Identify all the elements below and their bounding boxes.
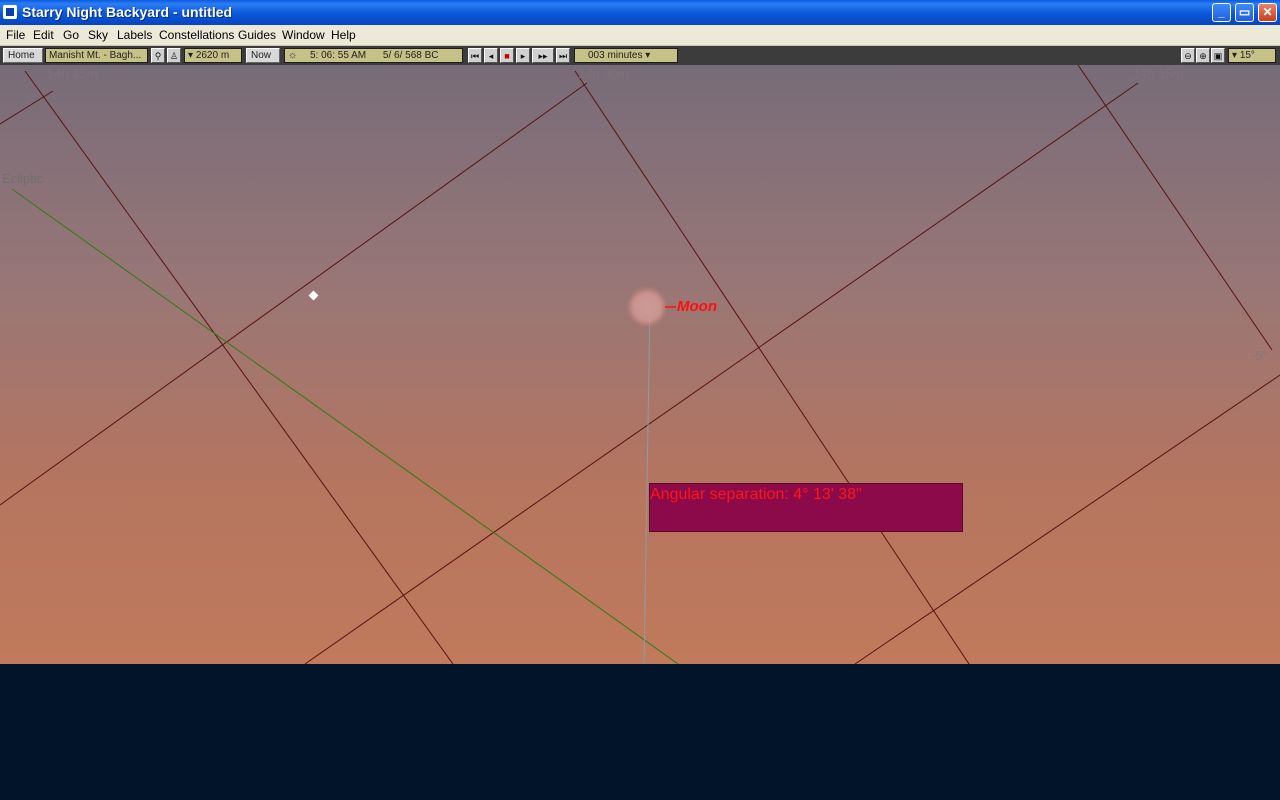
declination-label: -5° xyxy=(1251,348,1268,363)
ground xyxy=(0,664,1280,800)
moon-label[interactable]: Moon xyxy=(677,298,717,315)
time-date-field[interactable]: ☼ 5: 06: 55 AM 5/ 6/ 568 BC xyxy=(284,48,463,63)
zoom-box-icon[interactable]: ▣ xyxy=(1211,48,1225,63)
time-step-dropdown[interactable]: 003 minutes ▾ xyxy=(574,48,678,63)
window-title: Starry Night Backyard - untitled xyxy=(22,4,233,20)
ecliptic-label: Ecliptic xyxy=(2,171,44,186)
binoculars-icon[interactable]: ⚲ xyxy=(151,48,165,63)
ra-label-14h45m: 14h 45m xyxy=(47,66,98,81)
time-step-value: 003 minutes xyxy=(588,50,643,61)
grid-line xyxy=(24,70,454,664)
grid-line xyxy=(304,82,1139,664)
menu-file[interactable]: File xyxy=(6,28,25,42)
title-bar: Starry Night Backyard - untitled _ ▭ ✕ xyxy=(0,0,1280,25)
now-button[interactable]: Now xyxy=(246,48,280,63)
angular-separation-box: Angular separation: 4° 13' 38" xyxy=(649,483,963,532)
stop-icon[interactable]: ■ xyxy=(500,48,514,63)
grid-line xyxy=(574,70,970,664)
ra-label-14h15m: 14h 15m xyxy=(1133,66,1184,81)
zoom-out-icon[interactable]: ⊖ xyxy=(1181,48,1195,63)
menu-window[interactable]: Window xyxy=(282,28,325,42)
forward-step-icon[interactable]: ▸▸ xyxy=(532,48,554,63)
dropdown-arrow-icon: ▾ xyxy=(188,50,196,61)
angular-separation-text: Angular separation: 4° 13' 38" xyxy=(650,486,862,503)
zoom-in-icon[interactable]: ⊕ xyxy=(1196,48,1210,63)
menu-sky[interactable]: Sky xyxy=(88,28,108,42)
fov-field[interactable]: ▾ 15° xyxy=(1228,48,1276,63)
elevation-value: 2620 m xyxy=(195,50,230,61)
location-field[interactable]: Manisht Mt. - Bagh... xyxy=(45,48,148,63)
date-value: 5/ 6/ 568 BC xyxy=(382,50,439,61)
step-forward-fast-icon[interactable]: ⏭ xyxy=(556,48,570,63)
time-value: 5: 06: 55 AM xyxy=(309,50,367,61)
minimize-button[interactable]: _ xyxy=(1212,3,1231,22)
elevation-field[interactable]: ▾ 2620 m xyxy=(184,48,242,63)
menu-bar: File Edit Go Sky Labels Constellations G… xyxy=(0,25,1280,46)
menu-labels[interactable]: Labels xyxy=(117,28,152,42)
grid-line xyxy=(1077,65,1273,351)
app-icon xyxy=(3,5,17,19)
moon[interactable] xyxy=(634,294,660,320)
menu-go[interactable]: Go xyxy=(63,28,79,42)
menu-edit[interactable]: Edit xyxy=(33,28,54,42)
play-icon[interactable]: ▸ xyxy=(516,48,530,63)
home-button[interactable]: Home xyxy=(3,48,43,63)
ecliptic-line xyxy=(11,188,679,664)
toolbar: Home Manisht Mt. - Bagh... ⚲ ♙ ▾ 2620 m … xyxy=(0,46,1280,65)
dropdown-arrow-icon: ▾ xyxy=(1232,50,1240,61)
person-icon[interactable]: ♙ xyxy=(167,48,181,63)
sky-view[interactable]: 14h 45m 14h 30m 14h 15m Ecliptic -5° Moo… xyxy=(0,65,1280,664)
maximize-button[interactable]: ▭ xyxy=(1235,3,1254,22)
grid-line xyxy=(0,90,54,125)
step-back-icon[interactable]: ◂ xyxy=(484,48,498,63)
star-marker[interactable] xyxy=(308,290,319,301)
fov-value: 15° xyxy=(1239,50,1255,61)
clock-icon: ☼ xyxy=(288,50,298,61)
sky-grid xyxy=(0,65,1280,664)
close-button[interactable]: ✕ xyxy=(1258,3,1277,22)
menu-guides[interactable]: Guides xyxy=(238,28,276,42)
dropdown-arrow-icon: ▾ xyxy=(642,50,651,61)
step-back-fast-icon[interactable]: ⏮ xyxy=(468,48,482,63)
menu-constellations[interactable]: Constellations xyxy=(159,28,234,42)
menu-help[interactable]: Help xyxy=(331,28,356,42)
grid-line xyxy=(0,82,588,506)
ra-label-14h30m: 14h 30m xyxy=(578,66,629,81)
